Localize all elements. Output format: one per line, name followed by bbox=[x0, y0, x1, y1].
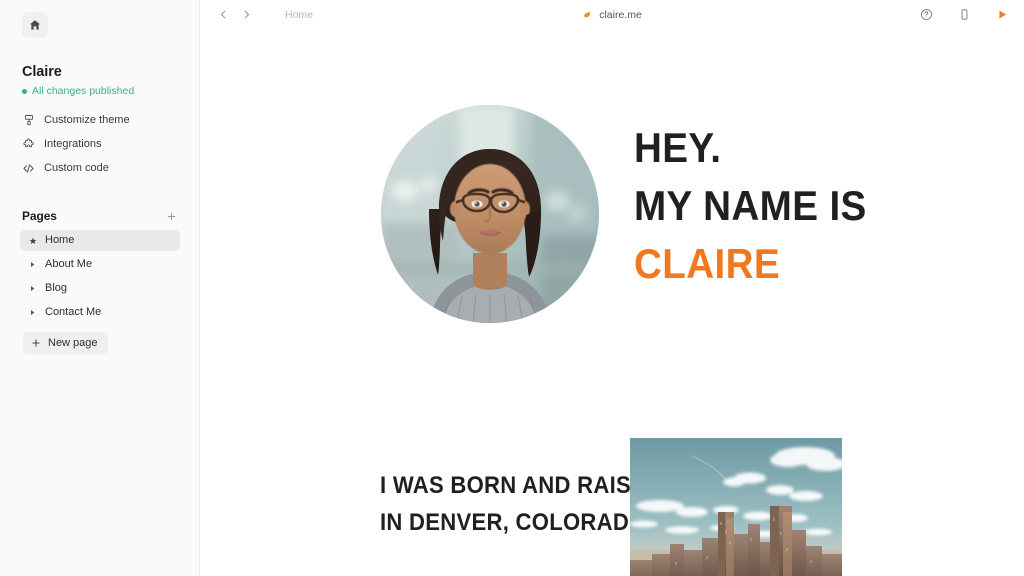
home-icon bbox=[29, 19, 41, 31]
puzzle-piece-icon bbox=[22, 138, 35, 151]
publish-status: All changes published bbox=[22, 85, 134, 97]
page-preview-canvas[interactable]: HEY. MY NAME IS CLAIRE I WAS BORN AND RA… bbox=[200, 29, 1024, 576]
plus-icon bbox=[31, 338, 41, 348]
new-page-button[interactable]: New page bbox=[23, 332, 108, 354]
city-photo bbox=[630, 438, 842, 576]
orange-leaf-icon bbox=[582, 10, 592, 20]
sidebar-item-custom-code[interactable]: Custom code bbox=[22, 156, 182, 180]
pages-title: Pages bbox=[22, 209, 57, 223]
add-page-button[interactable] bbox=[164, 209, 178, 223]
sidebar-item-label: Integrations bbox=[44, 137, 102, 150]
site-info: Claire All changes published bbox=[22, 64, 134, 97]
portrait-photo-woman-glasses bbox=[381, 105, 599, 323]
url-text[interactable]: claire.me bbox=[599, 9, 642, 21]
heading-line-1: HEY. bbox=[634, 124, 722, 171]
hero-section: HEY. MY NAME IS CLAIRE bbox=[381, 105, 887, 323]
publish-status-label: All changes published bbox=[32, 85, 135, 97]
publish-button[interactable] bbox=[994, 7, 1010, 23]
denver-skyline-photo bbox=[630, 438, 842, 576]
page-item-label: Home bbox=[45, 234, 75, 246]
toolbar: Home claire.me bbox=[200, 0, 1024, 29]
page-item-about-me[interactable]: About Me bbox=[20, 254, 180, 275]
pages-list: Home About Me Blog Contact Me bbox=[20, 230, 180, 326]
about-line-2: IN DENVER, COLORADO bbox=[380, 509, 647, 536]
breadcrumb[interactable]: Home bbox=[285, 9, 313, 21]
triangle-right-icon[interactable] bbox=[28, 308, 37, 317]
sidebar-item-customize-theme[interactable]: Customize theme bbox=[22, 108, 182, 132]
page-item-home[interactable]: Home bbox=[20, 230, 180, 251]
tools-list: Customize theme Integrations Custom code bbox=[22, 108, 182, 180]
url-display: claire.me bbox=[200, 0, 1024, 29]
app-window: Claire All changes published Customize t… bbox=[0, 0, 1024, 576]
sidebar-item-integrations[interactable]: Integrations bbox=[22, 132, 182, 156]
sidebar-item-label: Customize theme bbox=[44, 113, 130, 126]
sidebar: Claire All changes published Customize t… bbox=[0, 0, 200, 576]
new-page-label: New page bbox=[48, 336, 98, 349]
main-area: Home claire.me HEY. MY NAME IS CLAIRE I … bbox=[200, 0, 1024, 576]
site-name: Claire bbox=[22, 64, 62, 80]
page-item-label: About Me bbox=[45, 258, 93, 270]
page-item-contact-me[interactable]: Contact Me bbox=[20, 302, 180, 323]
pages-header: Pages bbox=[22, 209, 178, 223]
home-button[interactable] bbox=[22, 12, 48, 38]
star-icon bbox=[28, 236, 37, 245]
heading-line-3: CLAIRE bbox=[634, 240, 781, 287]
code-brackets-icon bbox=[22, 162, 35, 175]
avatar bbox=[381, 105, 599, 323]
about-section: I WAS BORN AND RAISED IN DENVER, COLORAD… bbox=[200, 419, 1024, 576]
page-item-blog[interactable]: Blog bbox=[20, 278, 180, 299]
about-line-1: I WAS BORN AND RAISED bbox=[380, 472, 663, 499]
page-item-label: Blog bbox=[45, 282, 68, 294]
back-button[interactable] bbox=[214, 6, 232, 24]
triangle-right-icon[interactable] bbox=[28, 284, 37, 293]
sidebar-item-label: Custom code bbox=[44, 161, 109, 174]
toolbar-actions bbox=[918, 0, 1010, 29]
forward-button[interactable] bbox=[237, 6, 255, 24]
status-dot bbox=[22, 88, 27, 94]
hero-heading: HEY. MY NAME IS CLAIRE bbox=[634, 105, 887, 293]
page-item-label: Contact Me bbox=[45, 306, 102, 318]
help-button[interactable] bbox=[918, 7, 934, 23]
triangle-right-icon[interactable] bbox=[28, 260, 37, 269]
heading-line-2: MY NAME IS bbox=[634, 182, 867, 229]
paint-roller-icon bbox=[22, 114, 35, 127]
nav-arrows bbox=[214, 6, 255, 24]
mobile-device-button[interactable] bbox=[956, 7, 972, 23]
